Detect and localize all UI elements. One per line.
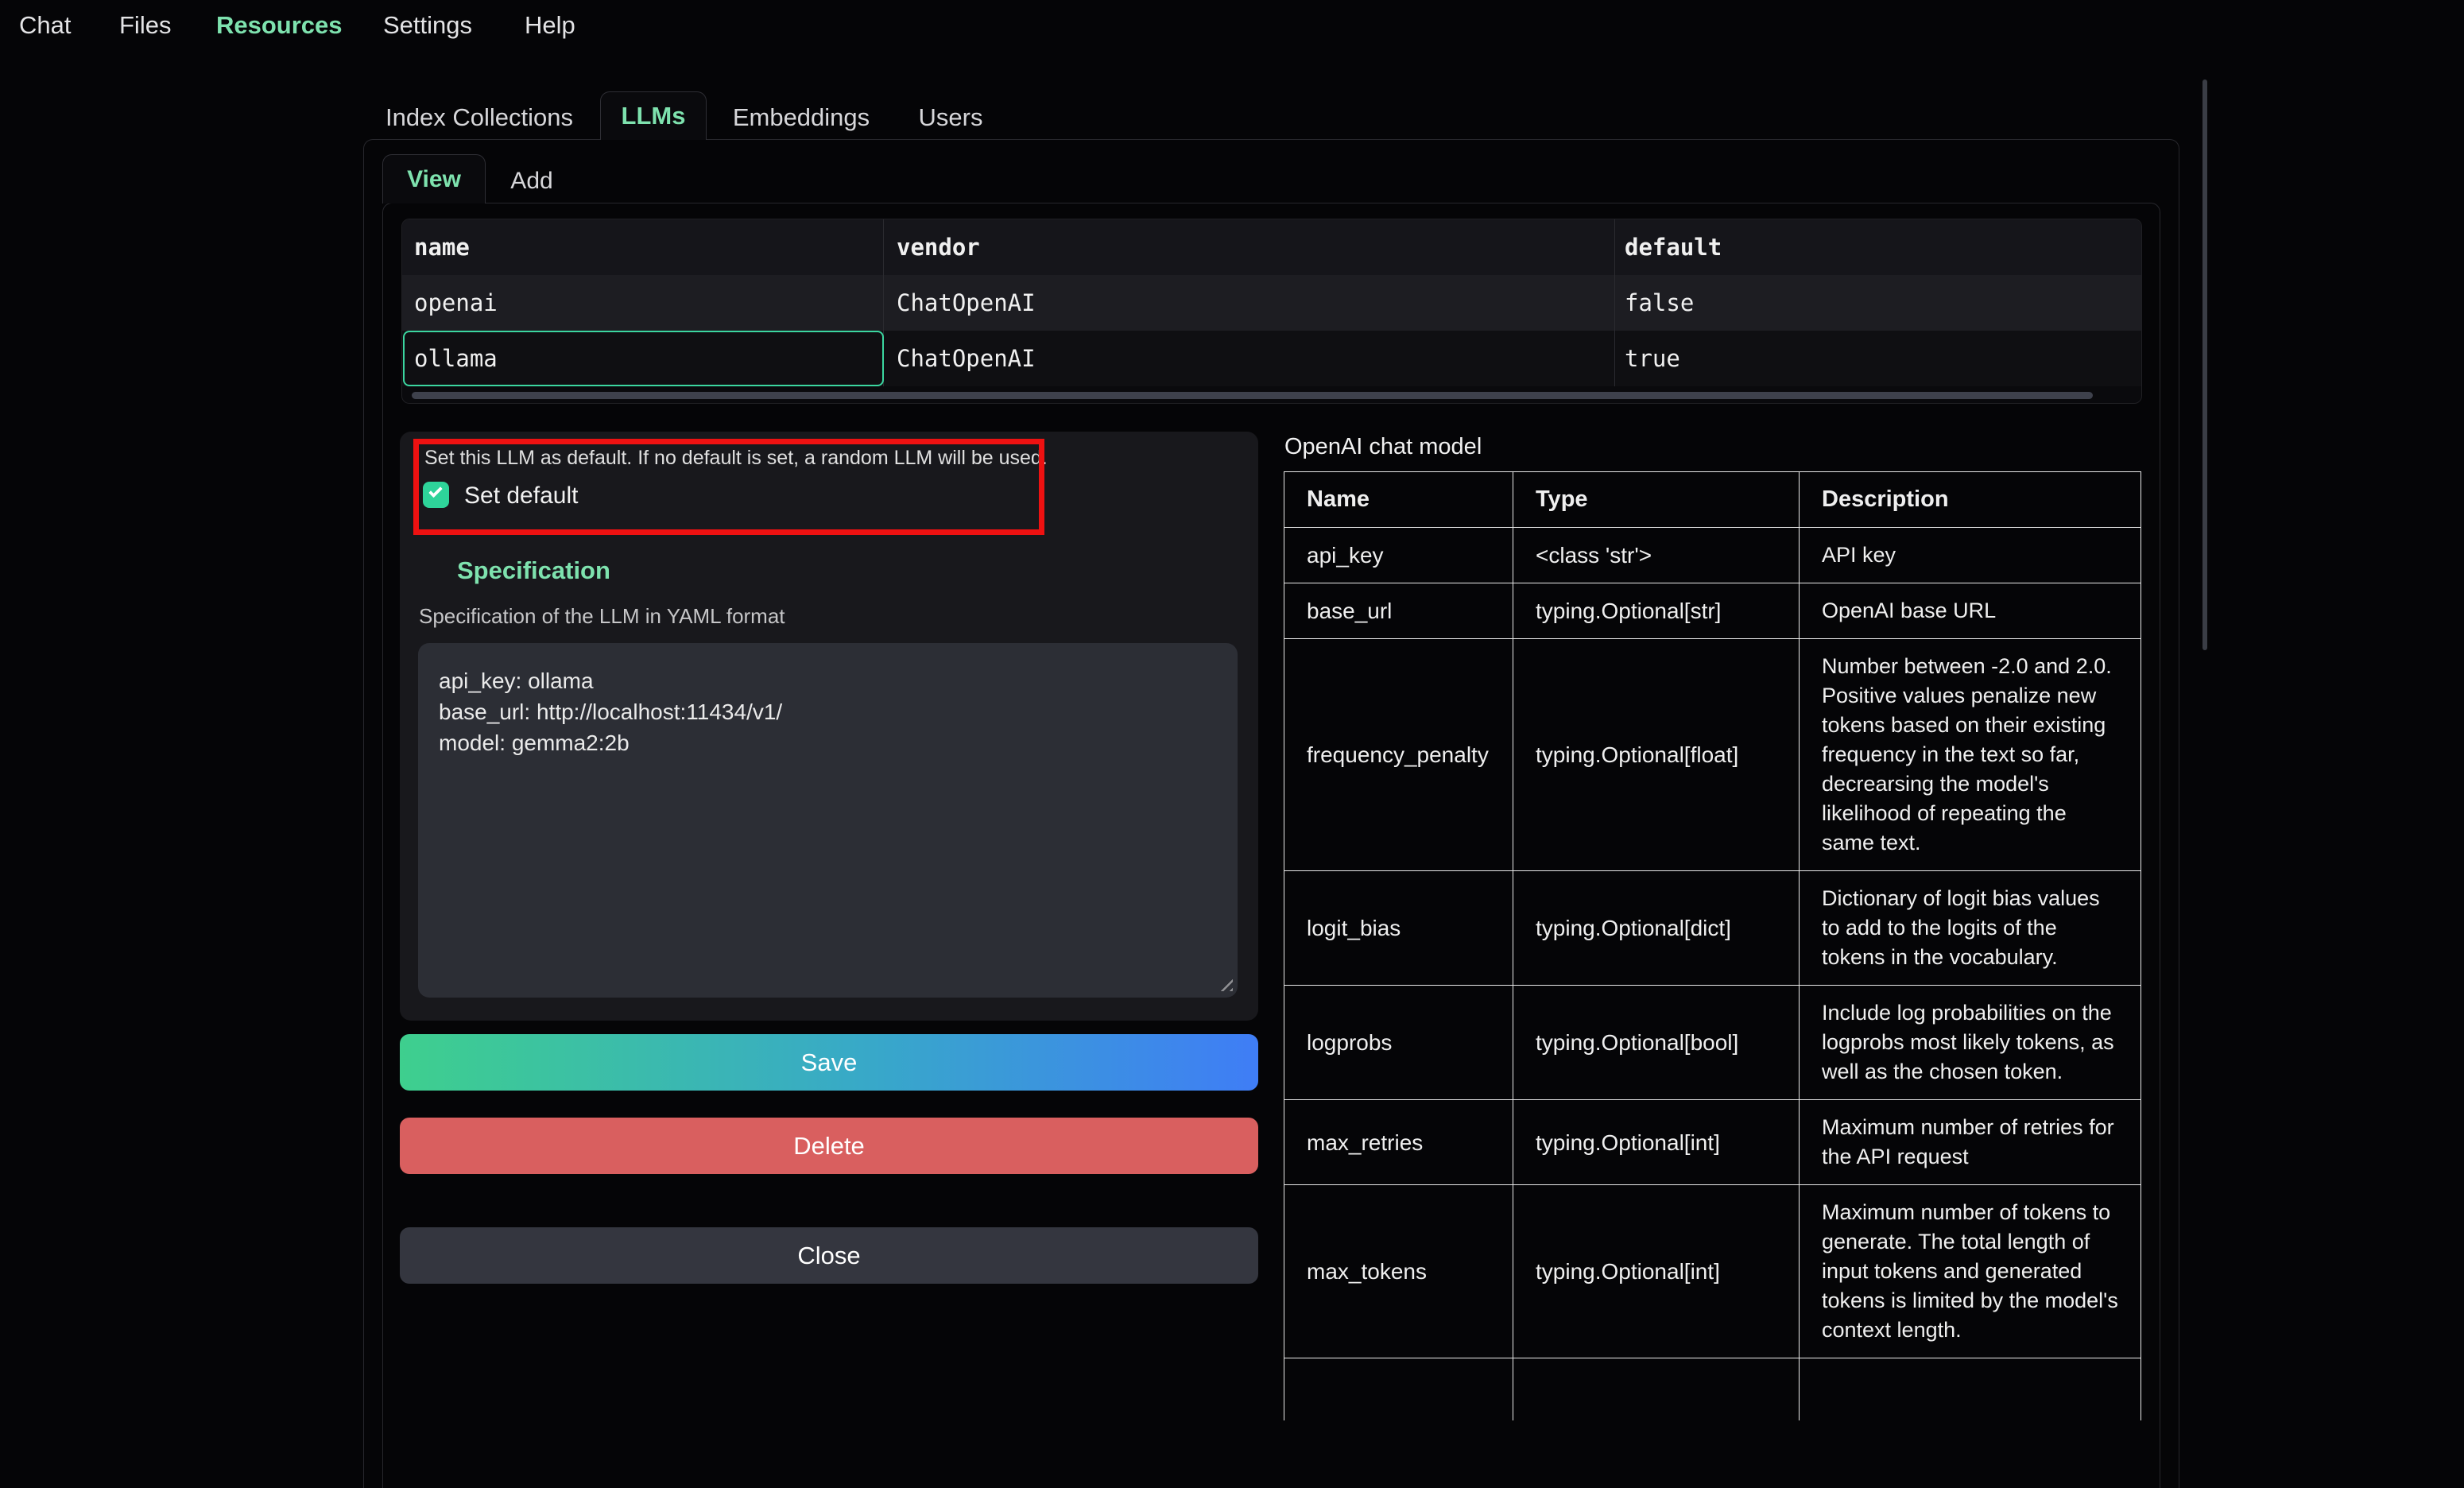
tab-index-collections[interactable]: Index Collections (385, 103, 573, 132)
llm-cell-default[interactable]: true (1625, 331, 1680, 386)
subtab-add[interactable]: Add (510, 168, 552, 195)
model-row-logprobs: logprobs typing.Optional[bool] Include l… (1284, 986, 2141, 1100)
delete-button[interactable]: Delete (400, 1118, 1258, 1174)
param-description: API key (1800, 528, 2141, 583)
model-row-frequency-penalty: frequency_penalty typing.Optional[float]… (1284, 639, 2141, 871)
nav-item-settings[interactable]: Settings (383, 11, 472, 40)
param-type: typing.Optional[int] (1513, 1100, 1800, 1185)
param-type: <class 'str'> (1513, 528, 1800, 583)
column-divider (1614, 219, 1615, 386)
model-row-partial (1284, 1358, 2141, 1420)
llm-table-header-row: name vendor default (402, 219, 2141, 275)
llm-list-table: name vendor default openai ChatOpenAI fa… (401, 219, 2142, 404)
llm-col-default: default (1625, 219, 1722, 275)
tab-users[interactable]: Users (919, 103, 983, 132)
llm-cell-vendor[interactable]: ChatOpenAI (897, 275, 1036, 331)
param-name: max_tokens (1284, 1185, 1513, 1358)
model-table-title: OpenAI chat model (1284, 434, 1482, 460)
tab-llms-label: LLMs (622, 102, 686, 130)
param-description: Maximum number of retries for the API re… (1800, 1100, 2141, 1185)
llm-row-ollama[interactable]: ollama ChatOpenAI true (402, 331, 2141, 386)
vertical-scrollbar-thumb[interactable] (2202, 79, 2207, 650)
param-name: base_url (1284, 583, 1513, 639)
param-name: max_retries (1284, 1100, 1513, 1185)
nav-item-help[interactable]: Help (525, 11, 575, 40)
param-type: typing.Optional[dict] (1513, 871, 1800, 986)
model-row-base-url: base_url typing.Optional[str] OpenAI bas… (1284, 583, 2141, 639)
llm-col-vendor: vendor (897, 219, 980, 275)
param-name: frequency_penalty (1284, 639, 1513, 871)
set-default-checkbox[interactable] (423, 482, 449, 508)
model-col-name: Name (1284, 472, 1513, 528)
column-divider (883, 219, 884, 386)
close-button[interactable]: Close (400, 1227, 1258, 1284)
save-button[interactable]: Save (400, 1034, 1258, 1091)
llm-cell-vendor[interactable]: ChatOpenAI (897, 331, 1036, 386)
param-type: typing.Optional[int] (1513, 1185, 1800, 1358)
param-description: OpenAI base URL (1800, 583, 2141, 639)
param-type: typing.Optional[bool] (1513, 986, 1800, 1100)
model-row-max-tokens: max_tokens typing.Optional[int] Maximum … (1284, 1185, 2141, 1358)
llm-row-openai[interactable]: openai ChatOpenAI false (402, 275, 2141, 331)
set-default-label: Set default (464, 482, 578, 510)
nav-item-resources[interactable]: Resources (216, 11, 343, 40)
model-col-description: Description (1800, 472, 2141, 528)
llm-cell-name[interactable]: openai (414, 275, 498, 331)
param-description: Maximum number of tokens to generate. Th… (1800, 1185, 2141, 1358)
subtab-view[interactable]: View (382, 154, 486, 203)
model-row-api-key: api_key <class 'str'> API key (1284, 528, 2141, 583)
nav-item-files[interactable]: Files (119, 11, 171, 40)
param-name: logprobs (1284, 986, 1513, 1100)
model-col-type: Type (1513, 472, 1800, 528)
param-type (1513, 1358, 1800, 1420)
tab-embeddings[interactable]: Embeddings (733, 103, 870, 132)
specification-sublabel: Specification of the LLM in YAML format (419, 604, 785, 629)
model-row-max-retries: max_retries typing.Optional[int] Maximum… (1284, 1100, 2141, 1185)
param-name (1284, 1358, 1513, 1420)
model-row-logit-bias: logit_bias typing.Optional[dict] Diction… (1284, 871, 2141, 986)
param-description: Dictionary of logit bias values to add t… (1800, 871, 2141, 986)
llm-cell-name[interactable]: ollama (414, 331, 498, 386)
llm-cell-default[interactable]: false (1625, 275, 1694, 331)
param-name: logit_bias (1284, 871, 1513, 986)
model-table-header-row: Name Type Description (1284, 472, 2141, 528)
app-root: Chat Files Resources Settings Help Index… (0, 0, 2464, 1488)
subtab-view-label: View (407, 166, 461, 193)
specification-heading: Specification (457, 556, 610, 585)
param-type: typing.Optional[float] (1513, 639, 1800, 871)
tab-llms[interactable]: LLMs (600, 91, 707, 140)
param-description (1800, 1358, 2141, 1420)
llm-col-name: name (414, 219, 470, 275)
param-type: typing.Optional[str] (1513, 583, 1800, 639)
param-description: Number between -2.0 and 2.0. Positive va… (1800, 639, 2141, 871)
nav-item-chat[interactable]: Chat (19, 11, 71, 40)
checkmark-icon (428, 484, 443, 498)
set-default-hint: Set this LLM as default. If no default i… (424, 447, 1048, 470)
param-description: Include log probabilities on the logprob… (1800, 986, 2141, 1100)
yaml-spec-textarea[interactable]: api_key: ollama base_url: http://localho… (418, 643, 1238, 998)
model-doc-table: Name Type Description api_key <class 'st… (1284, 471, 2142, 1440)
param-name: api_key (1284, 528, 1513, 583)
horizontal-scrollbar-thumb[interactable] (412, 392, 2093, 399)
